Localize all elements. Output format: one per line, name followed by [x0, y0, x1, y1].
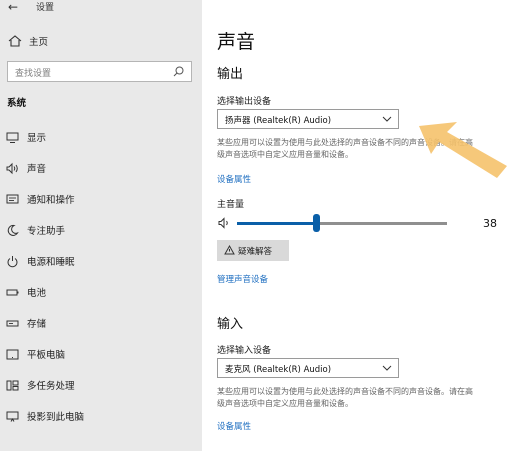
sidebar-item-label: 存储: [27, 319, 47, 330]
output-device-label: 选择输出设备: [217, 97, 272, 107]
speaker-icon[interactable]: [218, 217, 232, 229]
troubleshoot-label: 疑难解答: [238, 247, 273, 257]
warning-icon: [224, 245, 235, 255]
volume-slider-fill: [237, 222, 317, 225]
home-icon: [8, 35, 22, 47]
notification-icon: [6, 194, 19, 204]
sidebar-item-sound[interactable]: 声音: [0, 158, 202, 180]
chevron-down-icon: [382, 116, 392, 122]
input-device-value: 麦克风 (Realtek(R) Audio): [225, 365, 332, 375]
volume-slider-thumb[interactable]: [313, 214, 321, 232]
sidebar-item-label: 电源和睡眠: [27, 257, 75, 268]
storage-icon: [6, 320, 19, 327]
sidebar-item-power[interactable]: 电源和睡眠: [0, 251, 202, 273]
battery-icon: [6, 289, 19, 296]
sidebar-item-label: 通知和操作: [27, 195, 75, 206]
sidebar-section-heading: 系统: [7, 98, 27, 109]
pointer-arrow-icon: [419, 122, 507, 178]
sidebar: ← 设置 主页 查找设置 系统 显示 声音 通知和操作 专注助手 电源和睡眠 电…: [0, 0, 202, 451]
projection-icon: [6, 411, 19, 422]
tablet-icon: [6, 349, 19, 360]
output-heading: 输出: [217, 67, 244, 82]
input-description: 某些应用可以设置为使用与此处选择的声音设备不同的声音设备。请在高 级声音选项中自…: [217, 386, 507, 410]
master-volume-label: 主音量: [217, 200, 245, 210]
sidebar-item-label: 显示: [27, 133, 47, 144]
input-device-properties-link[interactable]: 设备属性: [217, 420, 251, 432]
input-description-line: 某些应用可以设置为使用与此处选择的声音设备不同的声音设备。请在高: [217, 387, 473, 396]
sidebar-item-label: 平板电脑: [27, 350, 66, 361]
output-device-properties-link[interactable]: 设备属性: [217, 173, 251, 185]
monitor-icon: [6, 132, 19, 143]
chevron-down-icon: [382, 365, 392, 371]
input-description-line: 级声音选项中自定义应用音量和设备。: [217, 399, 353, 408]
input-device-select[interactable]: 麦克风 (Realtek(R) Audio): [217, 358, 399, 378]
sidebar-home-label[interactable]: 主页: [29, 34, 48, 48]
power-icon: [7, 256, 18, 268]
page-title: 声音: [217, 31, 256, 53]
volume-value: 38: [483, 217, 497, 230]
manage-sound-devices-link[interactable]: 管理声音设备: [217, 273, 268, 285]
search-input[interactable]: 查找设置: [7, 61, 192, 82]
sidebar-item-display[interactable]: 显示: [0, 127, 202, 149]
moon-icon: [7, 224, 19, 236]
sidebar-item-label: 多任务处理: [27, 381, 75, 392]
output-device-select[interactable]: 扬声器 (Realtek(R) Audio): [217, 109, 399, 129]
sidebar-item-storage[interactable]: 存储: [0, 313, 202, 335]
input-device-label: 选择输入设备: [217, 346, 272, 356]
sound-settings-page: 声音 输出 选择输出设备 扬声器 (Realtek(R) Audio) 某些应用…: [202, 0, 521, 451]
back-arrow-icon[interactable]: ←: [8, 0, 18, 14]
master-volume-slider[interactable]: [237, 222, 447, 225]
window-title: 设置: [36, 3, 55, 13]
sidebar-item-multitasking[interactable]: 多任务处理: [0, 375, 202, 397]
sidebar-item-label: 投影到此电脑: [27, 412, 85, 423]
troubleshoot-button[interactable]: 疑难解答: [217, 240, 289, 261]
sidebar-item-notifications[interactable]: 通知和操作: [0, 189, 202, 211]
sidebar-item-focus-assist[interactable]: 专注助手: [0, 220, 202, 242]
sidebar-item-label: 电池: [27, 288, 47, 299]
sidebar-item-projecting[interactable]: 投影到此电脑: [0, 406, 202, 428]
search-placeholder: 查找设置: [15, 69, 52, 79]
speaker-icon: [6, 162, 18, 175]
input-heading: 输入: [217, 317, 244, 332]
sidebar-item-tablet[interactable]: 平板电脑: [0, 344, 202, 366]
sidebar-item-battery[interactable]: 电池: [0, 282, 202, 304]
sidebar-item-label: 专注助手: [27, 226, 66, 237]
search-icon: [173, 66, 184, 77]
multitask-icon: [6, 380, 19, 391]
sidebar-item-label: 声音: [27, 164, 47, 175]
output-device-value: 扬声器 (Realtek(R) Audio): [225, 116, 332, 126]
